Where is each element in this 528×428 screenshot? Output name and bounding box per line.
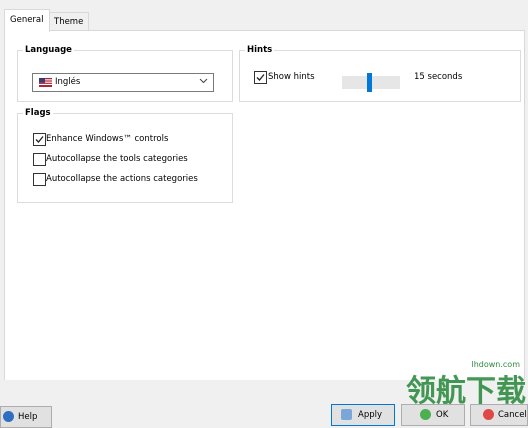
hint-duration-slider-thumb[interactable]	[367, 73, 372, 92]
help-button-label: Help	[18, 412, 38, 422]
us-flag-icon	[39, 78, 52, 87]
hints-group-title: Hints	[245, 45, 275, 55]
show-hints-label: Show hints	[268, 72, 315, 82]
language-select[interactable]: Inglés	[32, 73, 214, 92]
apply-icon	[341, 409, 352, 420]
apply-button[interactable]: Apply	[331, 404, 395, 426]
show-hints-checkbox[interactable]	[254, 71, 267, 84]
tab-theme-label: Theme	[54, 17, 84, 27]
hint-duration-text: 15 seconds	[414, 72, 463, 82]
tab-general-label: General	[10, 15, 44, 25]
flags-group: Flags Enhance Windows™ controls Autocoll…	[17, 108, 233, 203]
enhance-windows-label: Enhance Windows™ controls	[46, 134, 169, 144]
language-group-title: Language	[23, 45, 74, 55]
help-button[interactable]: Help	[0, 406, 52, 428]
cancel-icon	[483, 409, 494, 420]
autocollapse-actions-label: Autocollapse the actions categories	[46, 174, 198, 184]
flags-group-title: Flags	[23, 108, 53, 118]
cancel-button-label: Cancel	[498, 410, 527, 420]
chevron-down-icon	[199, 76, 208, 88]
autocollapse-tools-checkbox[interactable]	[33, 153, 46, 166]
general-panel: Language Inglés Hints Show hints 15 seco…	[4, 30, 525, 381]
ok-icon	[420, 409, 431, 420]
help-icon	[3, 411, 14, 422]
ok-button-label: OK	[436, 410, 449, 420]
language-select-value: Inglés	[55, 77, 81, 87]
checkmark-icon	[35, 136, 44, 143]
tab-theme[interactable]: Theme	[48, 12, 90, 32]
tab-general[interactable]: General	[4, 9, 50, 32]
apply-button-label: Apply	[358, 410, 382, 420]
checkmark-icon	[256, 74, 265, 81]
autocollapse-actions-checkbox[interactable]	[33, 173, 46, 186]
enhance-windows-checkbox[interactable]	[33, 133, 46, 146]
hints-group: Hints Show hints 15 seconds	[239, 45, 521, 102]
language-group: Language Inglés	[17, 45, 233, 102]
autocollapse-tools-label: Autocollapse the tools categories	[46, 154, 188, 164]
watermark-logo: 领航下载	[406, 374, 526, 409]
